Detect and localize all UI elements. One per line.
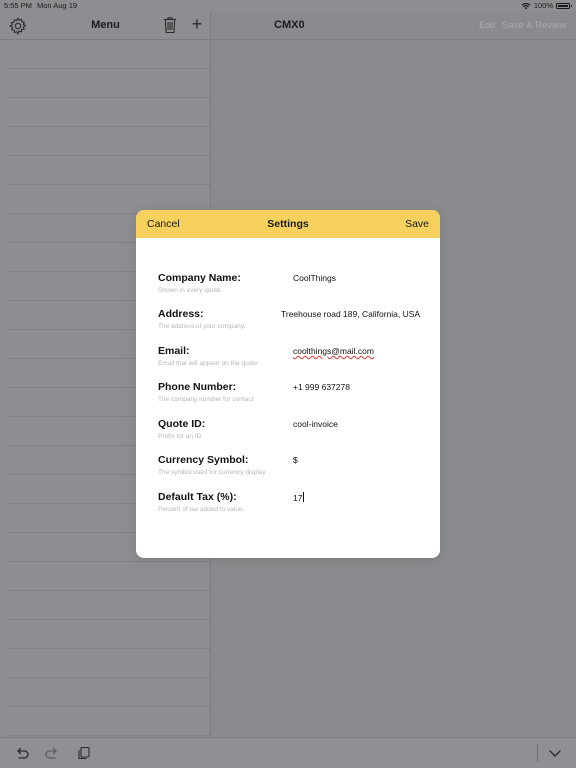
field-hint: Shown in every quote.	[158, 287, 223, 294]
default-tax-value: 17	[293, 493, 303, 503]
modal-title: Settings	[267, 218, 309, 230]
phone-number-row: Phone Number: The company number for con…	[136, 381, 440, 415]
field-hint: The company number for contact	[158, 396, 254, 403]
chevron-down-icon[interactable]	[547, 745, 563, 761]
save-review-button[interactable]: Save & Review	[502, 20, 566, 31]
battery-percent: 100%	[533, 1, 553, 10]
status-right: 100%	[521, 1, 572, 10]
email-row: Email: Email that will appear on the quo…	[136, 345, 440, 379]
status-time: 5:55 PM	[4, 1, 32, 10]
edit-button[interactable]: Edit	[479, 20, 495, 31]
field-hint: The address of your company.	[158, 323, 246, 330]
company-name-row: Company Name: Shown in every quote. Cool…	[136, 272, 440, 306]
currency-symbol-input[interactable]: $	[293, 455, 433, 465]
left-nav-title: Menu	[91, 19, 120, 31]
trash-icon[interactable]	[163, 16, 177, 34]
wifi-icon	[521, 2, 531, 9]
toolbar-separator	[537, 744, 538, 762]
battery-icon	[556, 2, 572, 9]
field-hint: The symbol used for currency display	[158, 469, 266, 476]
quote-id-row: Quote ID: Prefix for an ID. cool-invoice	[136, 418, 440, 452]
keyboard-toolbar	[0, 737, 576, 768]
phone-number-input[interactable]: +1 999 637278	[293, 382, 433, 392]
field-label: Default Tax (%):	[158, 491, 237, 503]
field-label: Currency Symbol:	[158, 454, 249, 466]
plus-icon[interactable]: +	[189, 15, 205, 33]
modal-header: Cancel Settings Save	[136, 210, 440, 238]
address-row: Address: The address of your company. Tr…	[136, 308, 440, 342]
company-name-input[interactable]: CoolThings	[293, 273, 433, 283]
right-nav-bar: CMX0 Edit Save & Review	[212, 12, 576, 40]
default-tax-input[interactable]: 17	[293, 492, 433, 503]
address-input[interactable]: Treehouse road 189, California, USA	[281, 309, 433, 319]
quote-id-input[interactable]: cool-invoice	[293, 419, 433, 429]
settings-modal: Cancel Settings Save Company Name: Shown…	[136, 210, 440, 558]
email-input[interactable]: coolthings@mail.com	[293, 346, 433, 356]
status-bar: 5:55 PM Mon Aug 19 100%	[0, 0, 576, 12]
default-tax-row: Default Tax (%): Percent of tax added to…	[136, 491, 440, 525]
paste-icon[interactable]	[76, 745, 92, 761]
left-nav-bar: Menu +	[0, 12, 211, 40]
field-hint: Percent of tax added to value.	[158, 506, 245, 513]
field-hint: Prefix for an ID.	[158, 433, 204, 440]
field-label: Company Name:	[158, 272, 241, 284]
field-label: Email:	[158, 345, 190, 357]
field-label: Address:	[158, 308, 204, 320]
field-label: Phone Number:	[158, 381, 237, 393]
field-label: Quote ID:	[158, 418, 206, 430]
text-caret	[302, 492, 304, 502]
status-date: Mon Aug 19	[37, 1, 78, 10]
field-hint: Email that will appear on the quote	[158, 360, 258, 367]
currency-symbol-row: Currency Symbol: The symbol used for cur…	[136, 454, 440, 488]
save-button[interactable]: Save	[405, 218, 429, 230]
redo-icon[interactable]	[44, 745, 60, 761]
right-nav-title: CMX0	[274, 19, 305, 31]
undo-icon[interactable]	[14, 745, 30, 761]
